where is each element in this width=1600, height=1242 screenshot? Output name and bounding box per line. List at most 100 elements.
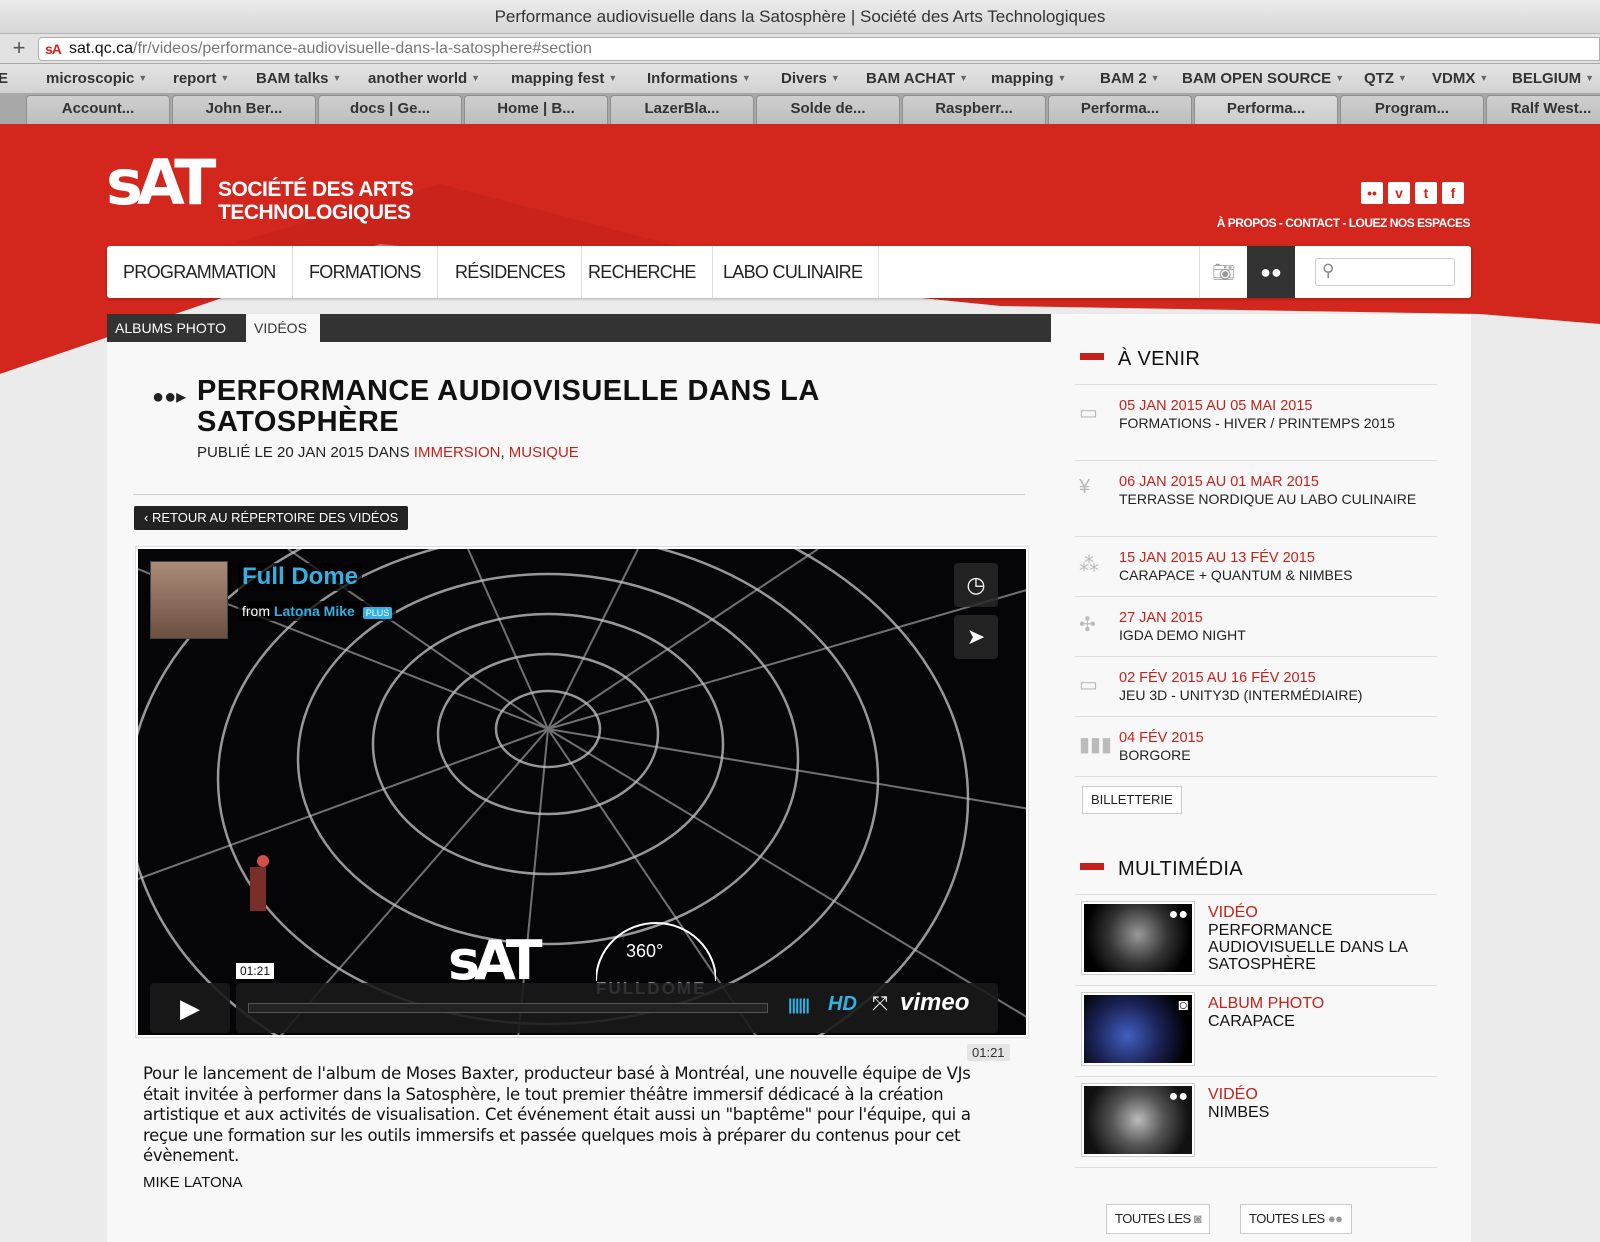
volume-icon[interactable]: |||||| [788, 997, 810, 1015]
video-title[interactable]: Full Dome [238, 563, 363, 591]
divider [1075, 656, 1437, 657]
bookmark-folder[interactable]: E [0, 70, 8, 87]
author-avatar[interactable] [150, 561, 228, 639]
event-item[interactable]: ▭ 02 FÉV 2015 AU 16 FÉV 2015 JEU 3D - UN… [1075, 670, 1437, 730]
author-link[interactable]: Latona Mike [274, 603, 355, 619]
event-item[interactable]: ¥ 06 JAN 2015 AU 01 MAR 2015 TERRASSE NO… [1075, 474, 1437, 550]
vimeo-icon[interactable]: v [1388, 182, 1410, 204]
camera-icon: ◙ [1193, 1211, 1202, 1226]
tickets-button[interactable]: BILLETTERIE [1082, 786, 1182, 814]
all-videos-button[interactable]: TOUTES LES ●● [1240, 1204, 1352, 1234]
hd-toggle[interactable]: HD [828, 993, 857, 1016]
video-description: Pour le lancement de l'album de Moses Ba… [143, 1064, 971, 1165]
tab-videos[interactable]: VIDÉOS [246, 314, 320, 342]
category-link[interactable]: IMMERSION [414, 444, 501, 461]
browser-tab[interactable]: Performa... [1048, 95, 1192, 124]
browser-tab-active[interactable]: Performa... [1194, 95, 1338, 124]
bookmark-folder[interactable]: Divers ▼ [781, 70, 840, 87]
new-tab-plus-icon[interactable]: + [4, 37, 34, 61]
top-links[interactable]: À PROPOS - CONTACT - LOUEZ NOS ESPACES [1180, 216, 1471, 230]
url-field[interactable]: sA sat.qc.ca/fr/videos/performance-audio… [38, 37, 1600, 61]
laptop-icon: ▭ [1079, 674, 1098, 696]
camera-icon[interactable]: 📷︎ [1199, 246, 1247, 298]
tab-albums-photo[interactable]: ALBUMS PHOTO [107, 314, 234, 342]
event-item[interactable]: ▭ 05 JAN 2015 AU 05 MAI 2015 FORMATIONS … [1075, 398, 1437, 474]
back-to-videos-button[interactable]: ‹ RETOUR AU RÉPERTOIRE DES VIDÉOS [134, 506, 409, 530]
nav-programmation[interactable]: PROGRAMMATION [107, 246, 293, 298]
camera-icon: ◙ [1178, 997, 1188, 1014]
nav-labo-culinaire[interactable]: LABO CULINAIRE [707, 246, 880, 298]
bookmark-folder[interactable]: mapping fest ▼ [511, 70, 617, 87]
twitter-icon[interactable]: t [1415, 182, 1437, 204]
event-item[interactable]: ▮▮▮ 04 FÉV 2015 BORGORE [1075, 730, 1437, 790]
nav-formations[interactable]: FORMATIONS [293, 246, 438, 298]
video-camera-icon[interactable]: ●● [1247, 246, 1295, 298]
bookmark-folder[interactable]: BAM ACHAT ▼ [866, 70, 968, 87]
divider [1075, 460, 1437, 461]
play-button[interactable]: ▶ [150, 983, 230, 1033]
heading-marker [1080, 353, 1104, 360]
thumbnail: ◙ [1082, 993, 1194, 1065]
video-camera-icon: ●●▸ [152, 386, 187, 408]
event-item[interactable]: ✣ 27 JAN 2015 IGDA DEMO NIGHT [1075, 610, 1437, 670]
multimedia-item[interactable]: ●● VIDÉO PERFORMANCE AUDIOVISUELLE DANS … [1075, 894, 1437, 984]
flickr-icon[interactable]: •• [1361, 182, 1383, 204]
video-player[interactable]: Full Dome from Latona Mike PLUS ◷ ➤ sAT … [136, 547, 1028, 1037]
sat-logo-mark: sAT [106, 146, 216, 219]
bookmarks-bar: E microscopic▼ report▼ BAM talks▼ anothe… [0, 64, 1600, 94]
progress-scrubber[interactable] [248, 1003, 768, 1013]
bookmark-folder[interactable]: Informations ▼ [647, 70, 751, 87]
chevron-left-icon: ‹ [144, 510, 152, 525]
browser-tab[interactable]: Raspberr... [902, 95, 1046, 124]
category-link[interactable]: MUSIQUE [509, 444, 579, 461]
bookmark-folder[interactable]: mapping ▼ [991, 70, 1066, 87]
all-photos-button[interactable]: TOUTES LES ◙ [1106, 1204, 1211, 1234]
bookmark-folder[interactable]: VDMX ▼ [1432, 70, 1488, 87]
sat-logo[interactable]: sAT SOCIÉTÉ DES ARTS TECHNOLOGIQUES [106, 148, 426, 228]
multimedia-item[interactable]: ●● VIDÉO NIMBES [1075, 1076, 1437, 1166]
time-tooltip: 01:21 [236, 963, 275, 979]
multimedia-item[interactable]: ◙ ALBUM PHOTO CARAPACE [1075, 985, 1437, 1075]
video-byline: from Latona Mike PLUS [238, 601, 397, 621]
browser-tab[interactable]: LazerBla... [610, 95, 754, 124]
browser-tab[interactable]: docs | Ge... [318, 95, 462, 124]
bookmark-folder[interactable]: microscopic ▼ [46, 70, 147, 87]
bookmark-folder[interactable]: report ▼ [173, 70, 229, 87]
network-icon: ✣ [1079, 614, 1096, 636]
bookmark-folder[interactable]: BAM 2 ▼ [1100, 70, 1160, 87]
nav-recherche[interactable]: RECHERCHE [572, 246, 713, 298]
browser-tab-strip: Account... John Ber... docs | Ge... Home… [0, 94, 1600, 124]
divider [1075, 776, 1437, 777]
browser-tab[interactable]: John Ber... [172, 95, 316, 124]
video-camera-icon: ●● [1168, 906, 1188, 923]
browser-tab[interactable]: Ralf West... [1486, 95, 1600, 124]
event-item[interactable]: ⁂ 15 JAN 2015 AU 13 FÉV 2015 CARAPACE + … [1075, 550, 1437, 610]
browser-tab[interactable]: Solde de... [756, 95, 900, 124]
video-camera-icon: ●● [1168, 1088, 1188, 1105]
bookmark-folder[interactable]: BAM OPEN SOURCE ▼ [1182, 70, 1344, 87]
search-input[interactable]: ⚲ [1315, 258, 1455, 286]
bookmark-folder[interactable]: BELGIUM ▼ [1512, 70, 1594, 87]
browser-tab[interactable]: Program... [1340, 95, 1484, 124]
video-duration: 01:21 [967, 1044, 1010, 1061]
window-title: Performance audiovisuelle dans la Satosp… [0, 0, 1600, 34]
equalizer-icon: ▮▮▮ [1079, 734, 1113, 756]
share-paper-plane-icon[interactable]: ➤ [954, 615, 998, 659]
nav-residences[interactable]: RÉSIDENCES [439, 246, 583, 298]
site-page: sAT SOCIÉTÉ DES ARTS TECHNOLOGIQUES •• v t… [0, 124, 1600, 1242]
bookmark-folder[interactable]: QTZ ▼ [1364, 70, 1407, 87]
browser-tab[interactable]: Home | B... [464, 95, 608, 124]
fullscreen-icon[interactable]: ⤧ [872, 993, 888, 1016]
multimedia-heading: MULTIMÉDIA [1080, 858, 1243, 881]
bookmark-folder[interactable]: another world ▼ [368, 70, 480, 87]
bookmark-folder[interactable]: BAM talks ▼ [256, 70, 341, 87]
sat-logo-name: SOCIÉTÉ DES ARTS TECHNOLOGIQUES [218, 178, 414, 224]
vimeo-logo[interactable]: vimeo [900, 989, 969, 1017]
divider [1075, 1167, 1437, 1168]
page-title: PERFORMANCE AUDIOVISUELLE DANS LA SATOSP… [197, 375, 819, 438]
watch-later-clock-icon[interactable]: ◷ [954, 563, 998, 607]
divider [1075, 384, 1437, 385]
facebook-icon[interactable]: f [1442, 182, 1464, 204]
thumbnail: ●● [1082, 1084, 1194, 1156]
browser-tab[interactable]: Account... [26, 95, 170, 124]
